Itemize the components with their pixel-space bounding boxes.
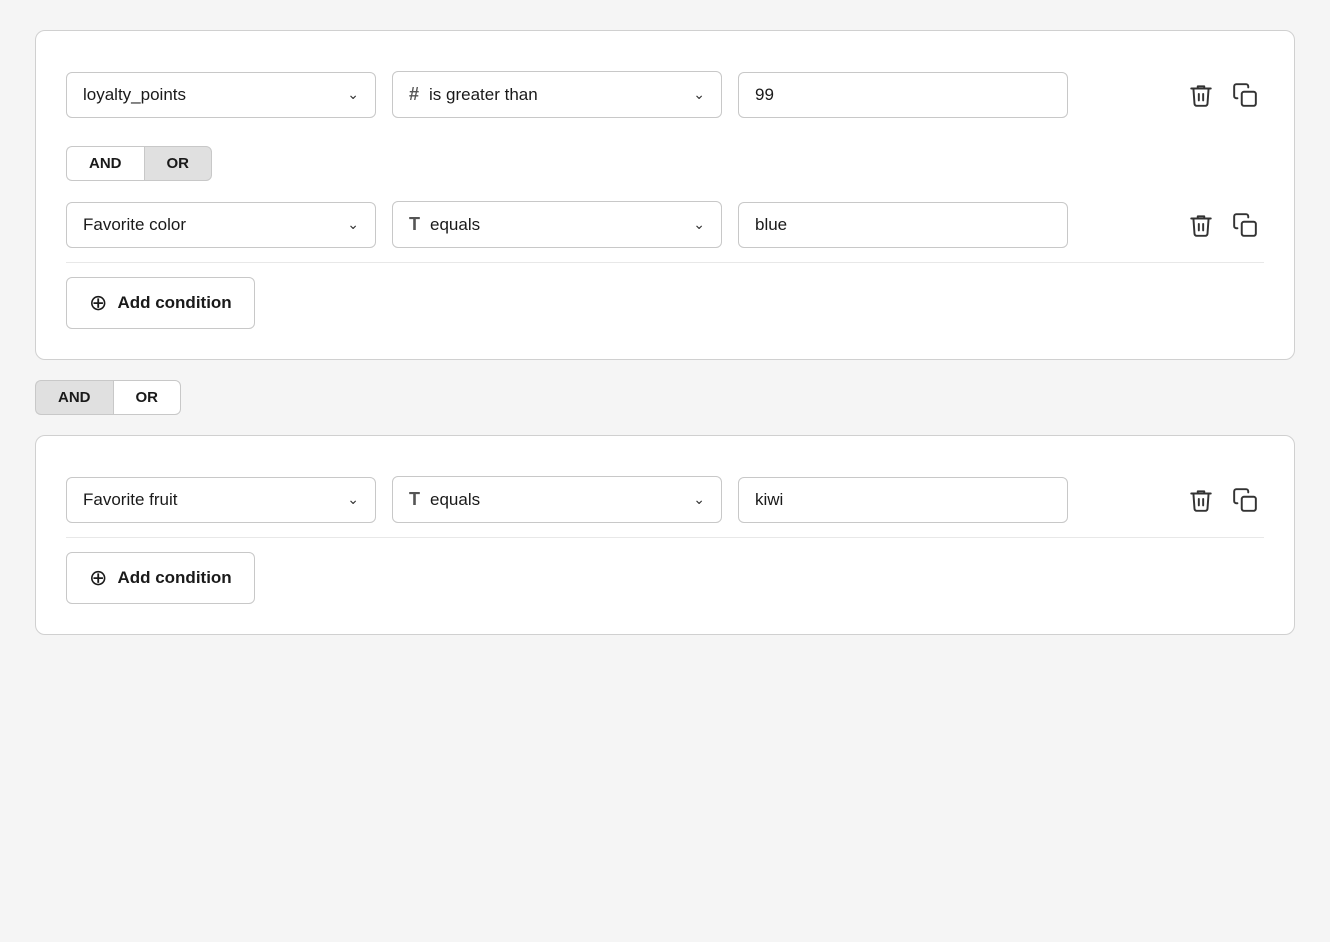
and-button-inner-1[interactable]: AND	[66, 146, 144, 181]
condition-group-1: loyalty_points ⌄ # is greater than ⌄	[35, 30, 1295, 360]
field-label-2: Favorite color	[83, 215, 186, 235]
plus-circle-icon-1: ⊕	[89, 290, 107, 316]
value-input-1[interactable]	[738, 72, 1068, 118]
or-button-between[interactable]: OR	[113, 380, 182, 415]
condition-row-1: loyalty_points ⌄ # is greater than ⌄	[66, 61, 1264, 128]
duplicate-button-3[interactable]	[1226, 481, 1264, 519]
operator-label-3: equals	[430, 490, 480, 510]
or-button-inner-1[interactable]: OR	[144, 146, 213, 181]
add-condition-button-2[interactable]: ⊕ Add condition	[66, 552, 255, 604]
delete-button-2[interactable]	[1182, 206, 1220, 244]
add-condition-label-2: Add condition	[117, 568, 231, 588]
operator-dropdown-1[interactable]: # is greater than ⌄	[392, 71, 722, 118]
add-condition-button-1[interactable]: ⊕ Add condition	[66, 277, 255, 329]
chevron-down-icon: ⌄	[347, 86, 359, 103]
and-button-between[interactable]: AND	[35, 380, 113, 415]
field-dropdown-3[interactable]: Favorite fruit ⌄	[66, 477, 376, 523]
between-groups-toggle: AND OR	[35, 380, 1295, 415]
field-dropdown-2[interactable]: Favorite color ⌄	[66, 202, 376, 248]
filter-builder: loyalty_points ⌄ # is greater than ⌄	[35, 30, 1295, 635]
separator-2	[66, 537, 1264, 538]
chevron-down-icon: ⌄	[693, 216, 705, 233]
add-condition-label-1: Add condition	[117, 293, 231, 313]
operator-dropdown-3[interactable]: T equals ⌄	[392, 476, 722, 523]
inner-logic-toggle-1: AND OR	[66, 146, 1264, 181]
condition-row-2: Favorite color ⌄ T equals ⌄	[66, 191, 1264, 258]
operator-label-2: equals	[430, 215, 480, 235]
field-label-1: loyalty_points	[83, 85, 186, 105]
action-buttons-3	[1182, 481, 1264, 519]
separator-1	[66, 262, 1264, 263]
chevron-down-icon: ⌄	[347, 216, 359, 233]
chevron-down-icon: ⌄	[693, 491, 705, 508]
duplicate-button-2[interactable]	[1226, 206, 1264, 244]
duplicate-button-1[interactable]	[1226, 76, 1264, 114]
delete-button-1[interactable]	[1182, 76, 1220, 114]
type-icon-3: T	[409, 489, 420, 510]
field-label-3: Favorite fruit	[83, 490, 177, 510]
delete-button-3[interactable]	[1182, 481, 1220, 519]
condition-row-3: Favorite fruit ⌄ T equals ⌄	[66, 466, 1264, 533]
condition-group-2: Favorite fruit ⌄ T equals ⌄	[35, 435, 1295, 635]
chevron-down-icon: ⌄	[693, 86, 705, 103]
field-dropdown-1[interactable]: loyalty_points ⌄	[66, 72, 376, 118]
type-icon-2: T	[409, 214, 420, 235]
operator-label-1: is greater than	[429, 85, 538, 105]
value-input-2[interactable]	[738, 202, 1068, 248]
type-icon-1: #	[409, 84, 419, 105]
plus-circle-icon-2: ⊕	[89, 565, 107, 591]
value-input-3[interactable]	[738, 477, 1068, 523]
operator-dropdown-2[interactable]: T equals ⌄	[392, 201, 722, 248]
chevron-down-icon: ⌄	[347, 491, 359, 508]
action-buttons-2	[1182, 206, 1264, 244]
action-buttons-1	[1182, 76, 1264, 114]
